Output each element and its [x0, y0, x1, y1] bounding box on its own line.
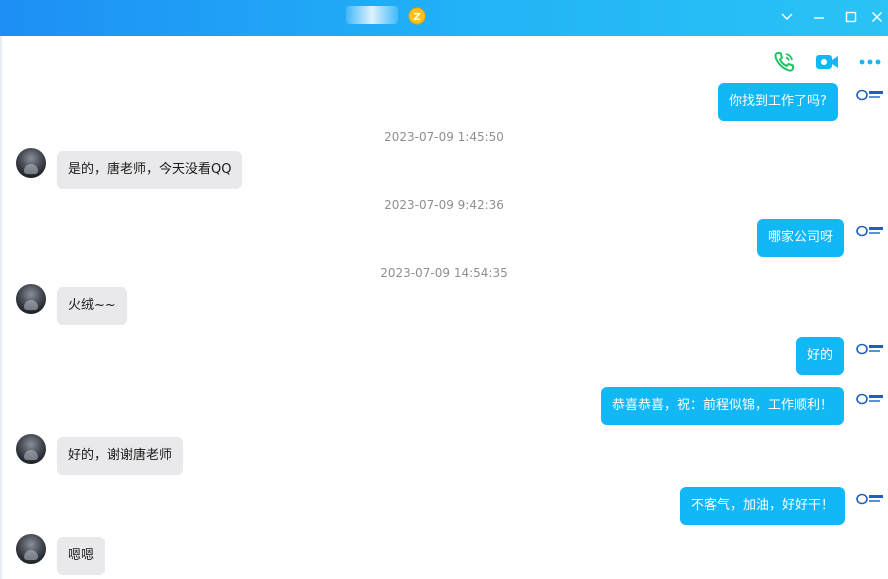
message-bubble-outgoing[interactable]: 哪家公司呀: [757, 219, 845, 257]
level-badge-icon: Z: [408, 7, 426, 25]
panel-divider: [0, 36, 2, 579]
svg-text:Z: Z: [413, 12, 420, 23]
sender-badge-icon: [856, 342, 886, 356]
timestamp: 2023-07-09 1:45:50: [384, 130, 504, 144]
video-call-icon[interactable]: [813, 48, 841, 76]
message-bubble-incoming[interactable]: 好的，谢谢唐老师: [57, 437, 184, 475]
title-bar: Z: [0, 0, 888, 36]
phone-call-icon[interactable]: [770, 48, 798, 76]
sender-badge-icon: [856, 224, 886, 238]
maximize-icon[interactable]: [840, 6, 862, 28]
contact-name-blurred: [346, 6, 398, 24]
close-icon[interactable]: [866, 6, 888, 28]
message-bubble-outgoing[interactable]: 好的: [796, 337, 845, 375]
timestamp: 2023-07-09 14:54:35: [380, 266, 508, 280]
timestamp: 2023-07-09 9:42:36: [384, 198, 504, 212]
avatar[interactable]: [16, 434, 46, 464]
message-bubble-incoming[interactable]: 嗯嗯: [57, 537, 106, 575]
message-bubble-outgoing[interactable]: 你找到工作了吗?: [718, 83, 838, 121]
avatar[interactable]: [16, 284, 46, 314]
avatar[interactable]: [16, 534, 46, 564]
sender-badge-icon: [856, 392, 886, 406]
message-bubble-outgoing[interactable]: 恭喜恭喜，祝：前程似锦，工作顺利！: [601, 387, 845, 425]
minimize-icon[interactable]: [808, 6, 830, 28]
chevron-down-icon[interactable]: [776, 6, 798, 28]
message-bubble-outgoing[interactable]: 不客气，加油，好好干！: [680, 487, 846, 525]
message-bubble-incoming[interactable]: 是的，唐老师，今天没看QQ: [57, 151, 243, 189]
more-icon[interactable]: [856, 48, 884, 76]
sender-badge-icon: [856, 492, 886, 506]
sender-badge-icon: [856, 88, 886, 102]
avatar[interactable]: [16, 148, 46, 178]
message-bubble-incoming[interactable]: 火绒~~: [57, 287, 127, 325]
